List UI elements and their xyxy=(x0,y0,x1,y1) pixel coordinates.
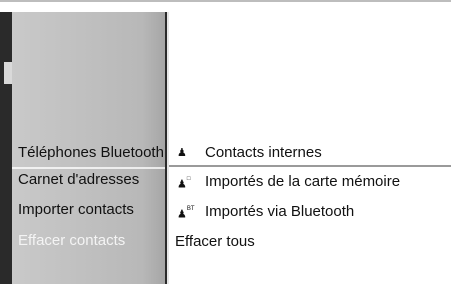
left-edge xyxy=(0,12,12,284)
submenu-item-label: Importés via Bluetooth xyxy=(205,203,355,220)
person-bluetooth-icon: ♟BT xyxy=(177,206,195,221)
menu-item-bluetooth-phones[interactable]: Téléphones Bluetooth xyxy=(18,142,165,164)
submenu-item-memory-card[interactable]: ♟□ Importés de la carte mémoire xyxy=(169,170,451,194)
submenu-item-delete-all[interactable]: Effacer tous xyxy=(169,230,451,254)
submenu-panel: ♟ Contacts internes ♟□ Importés de la ca… xyxy=(169,12,451,284)
top-rule xyxy=(0,0,451,2)
menu-item-import-contacts[interactable]: Importer contacts xyxy=(18,199,165,221)
person-memory-card-icon: ♟□ xyxy=(177,176,191,191)
submenu-item-internal-contacts[interactable]: ♟ Contacts internes xyxy=(169,141,451,167)
menu-item-delete-contacts[interactable]: Effacer contacts xyxy=(18,230,165,252)
menu-separator xyxy=(12,167,165,169)
submenu-item-label: Contacts internes xyxy=(205,144,322,161)
left-menu-panel: Téléphones Bluetooth Carnet d'adresses I… xyxy=(12,12,165,284)
scroll-indicator xyxy=(4,62,12,84)
submenu-item-label: Effacer tous xyxy=(175,233,255,250)
submenu-highlight-line xyxy=(169,165,451,167)
submenu-item-label: Importés de la carte mémoire xyxy=(205,173,401,190)
person-icon: ♟ xyxy=(177,147,187,159)
submenu-item-bluetooth[interactable]: ♟BT Importés via Bluetooth xyxy=(169,200,451,224)
menu-item-address-book[interactable]: Carnet d'adresses xyxy=(18,169,165,191)
